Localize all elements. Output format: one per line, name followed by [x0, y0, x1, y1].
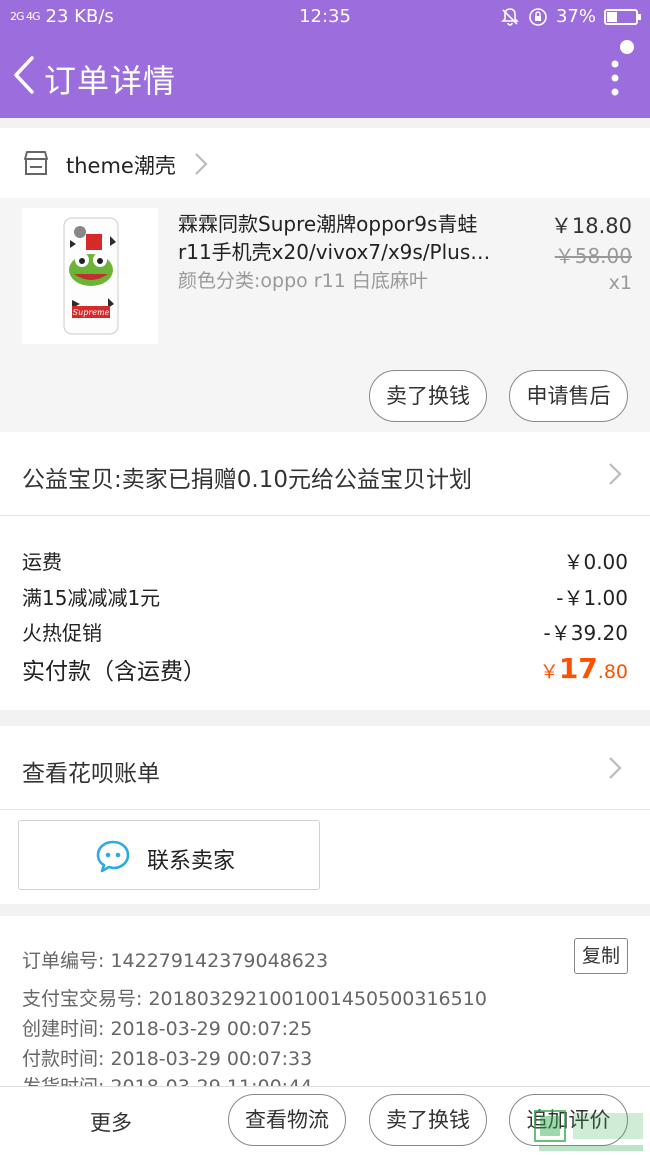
fee-row-discount: 满15减减减1元 -￥1.00	[22, 582, 628, 611]
chevron-right-icon	[195, 153, 208, 175]
mute-bell-icon	[501, 7, 519, 26]
paid-time: 付款时间: 2018-03-29 00:07:33	[22, 1048, 313, 1070]
huabei-text: 查看花呗账单	[22, 761, 160, 787]
item-title-line2: r11手机壳x20/vivox7/x9s/Plus…	[178, 240, 491, 264]
order-info: 订单编号: 142279142379048623 复制 支付宝交易号: 2018…	[0, 916, 650, 1086]
created-time: 创建时间: 2018-03-29 00:07:25	[22, 1018, 313, 1040]
contact-section: 联系卖家	[0, 810, 650, 904]
shop-row[interactable]: theme潮壳	[0, 128, 650, 198]
status-right: 37%	[500, 6, 641, 27]
page-title: 订单详情	[44, 62, 177, 100]
fee-label: 满15减减减1元	[22, 586, 161, 610]
total-integer: 17	[558, 652, 598, 685]
alipay-trade-number: 支付宝交易号: 2018032921001001450500316510	[22, 988, 487, 1010]
fee-label: 火热促销	[22, 621, 102, 645]
huabei-bill-row[interactable]: 查看花呗账单	[0, 726, 650, 810]
back-chevron-icon[interactable]	[6, 52, 46, 98]
fee-value: -￥1.00	[556, 586, 628, 610]
total-label: 实付款（含运费）	[22, 659, 206, 685]
fee-row-total: 实付款（含运费） ￥17.80	[22, 652, 628, 686]
fee-row-promotion: 火热促销 -￥39.20	[22, 617, 628, 646]
contact-seller-button[interactable]: 联系卖家	[18, 820, 320, 890]
watermark-logo	[534, 1110, 643, 1151]
sell-for-cash-button[interactable]: 卖了换钱	[369, 370, 487, 422]
item-title-line1: 霖霖同款Supre潮牌oppor9s青蛙	[178, 212, 478, 236]
chat-bubble-icon	[96, 840, 130, 873]
fee-value: ￥0.00	[563, 550, 628, 574]
view-logistics-button[interactable]: 查看物流	[228, 1094, 346, 1146]
product-thumbnail[interactable]: Supreme	[22, 208, 158, 344]
total-currency: ￥	[539, 661, 559, 683]
store-icon	[24, 151, 48, 175]
nav-bar: 订单详情	[0, 34, 650, 118]
total-value: ￥17.80	[540, 652, 628, 685]
fee-value: -￥39.20	[543, 621, 628, 645]
lock-rotation-icon	[529, 7, 547, 26]
notification-dot	[620, 40, 634, 54]
fee-label: 运费	[22, 550, 62, 574]
thumbnail-label: Supreme	[73, 308, 110, 317]
copy-button[interactable]: 复制	[574, 938, 628, 974]
more-button[interactable]: 更多	[90, 1107, 132, 1137]
fee-row-shipping: 运费 ￥0.00	[22, 546, 628, 575]
battery-percent: 37%	[555, 6, 596, 27]
item-sku: 颜色分类:oppo r11 白底麻叶	[178, 270, 428, 292]
total-decimal: .80	[597, 661, 628, 683]
phone-case-image: Supreme	[63, 217, 119, 335]
vertical-dots-icon[interactable]	[600, 58, 630, 98]
charity-text: 公益宝贝:卖家已捐赠0.10元给公益宝贝计划	[22, 467, 472, 493]
shipped-time: 发货时间: 2018-03-29 11:00:44	[22, 1072, 312, 1086]
charity-row[interactable]: 公益宝贝:卖家已捐赠0.10元给公益宝贝计划	[0, 432, 650, 516]
item-price: ￥18.80	[550, 214, 632, 238]
chevron-right-icon	[609, 757, 622, 779]
status-bar: 2G 4G 23 KB/s 12:35 37%	[0, 0, 650, 34]
fee-summary: 运费 ￥0.00 满15减减减1元 -￥1.00 火热促销 -￥39.20 实付…	[0, 516, 650, 710]
order-number: 订单编号: 142279142379048623	[22, 950, 329, 972]
chevron-right-icon	[609, 463, 622, 485]
sell-for-cash-button-bottom[interactable]: 卖了换钱	[369, 1094, 487, 1146]
item-title[interactable]: 霖霖同款Supre潮牌oppor9s青蛙 r11手机壳x20/vivox7/x9…	[178, 210, 496, 266]
item-quantity: x1	[608, 272, 632, 294]
battery-icon	[604, 8, 641, 25]
after-sale-button[interactable]: 申请售后	[509, 370, 628, 422]
item-original-price: ￥58.00	[554, 244, 632, 268]
shop-name[interactable]: theme潮壳	[66, 150, 176, 180]
order-item[interactable]: Supreme 霖霖同款Supre潮牌oppor9s青蛙 r11手机壳x20/v…	[0, 198, 650, 432]
contact-seller-label: 联系卖家	[147, 849, 236, 874]
